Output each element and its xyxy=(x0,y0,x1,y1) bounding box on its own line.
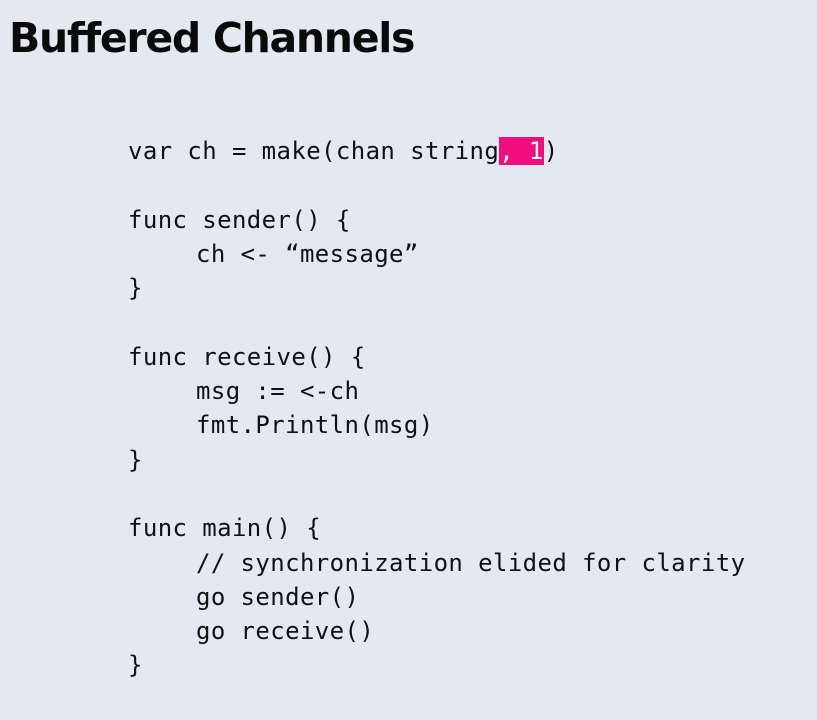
code-line-sender-signature: func sender() { xyxy=(128,205,351,234)
code-line-sender-close: } xyxy=(128,274,143,303)
code-line-main-close: } xyxy=(128,651,143,680)
code-block: var ch = make(chan string, 1) func sende… xyxy=(128,134,745,683)
code-text: fmt.Println(msg) xyxy=(196,411,434,440)
code-line-main-body-2: go receive() xyxy=(128,614,745,648)
code-line-main-body-1: go sender() xyxy=(128,580,745,614)
code-text: go sender() xyxy=(196,582,360,611)
code-line-channel-decl: var ch = make(chan string, 1) xyxy=(128,134,745,168)
code-text: ch <- “message” xyxy=(196,239,419,268)
code-line-receive-close: } xyxy=(128,445,143,474)
code-text: msg := <-ch xyxy=(196,377,360,406)
buffer-size-highlight: , 1 xyxy=(499,137,544,165)
code-line-sender-body: ch <- “message” xyxy=(128,237,745,271)
code-line-main-comment: // synchronization elided for clarity xyxy=(128,546,745,580)
code-line-receive-body-1: msg := <-ch xyxy=(128,374,745,408)
code-text: var ch = make(chan string xyxy=(128,137,500,165)
code-text: ) xyxy=(543,137,559,165)
code-line-receive-body-2: fmt.Println(msg) xyxy=(128,408,745,442)
code-comment: // synchronization elided for clarity xyxy=(196,548,746,577)
code-text: go receive() xyxy=(196,617,375,646)
code-line-main-signature: func main() { xyxy=(128,514,322,543)
code-line-receive-signature: func receive() { xyxy=(128,342,366,371)
slide-title: Buffered Channels xyxy=(9,14,415,62)
